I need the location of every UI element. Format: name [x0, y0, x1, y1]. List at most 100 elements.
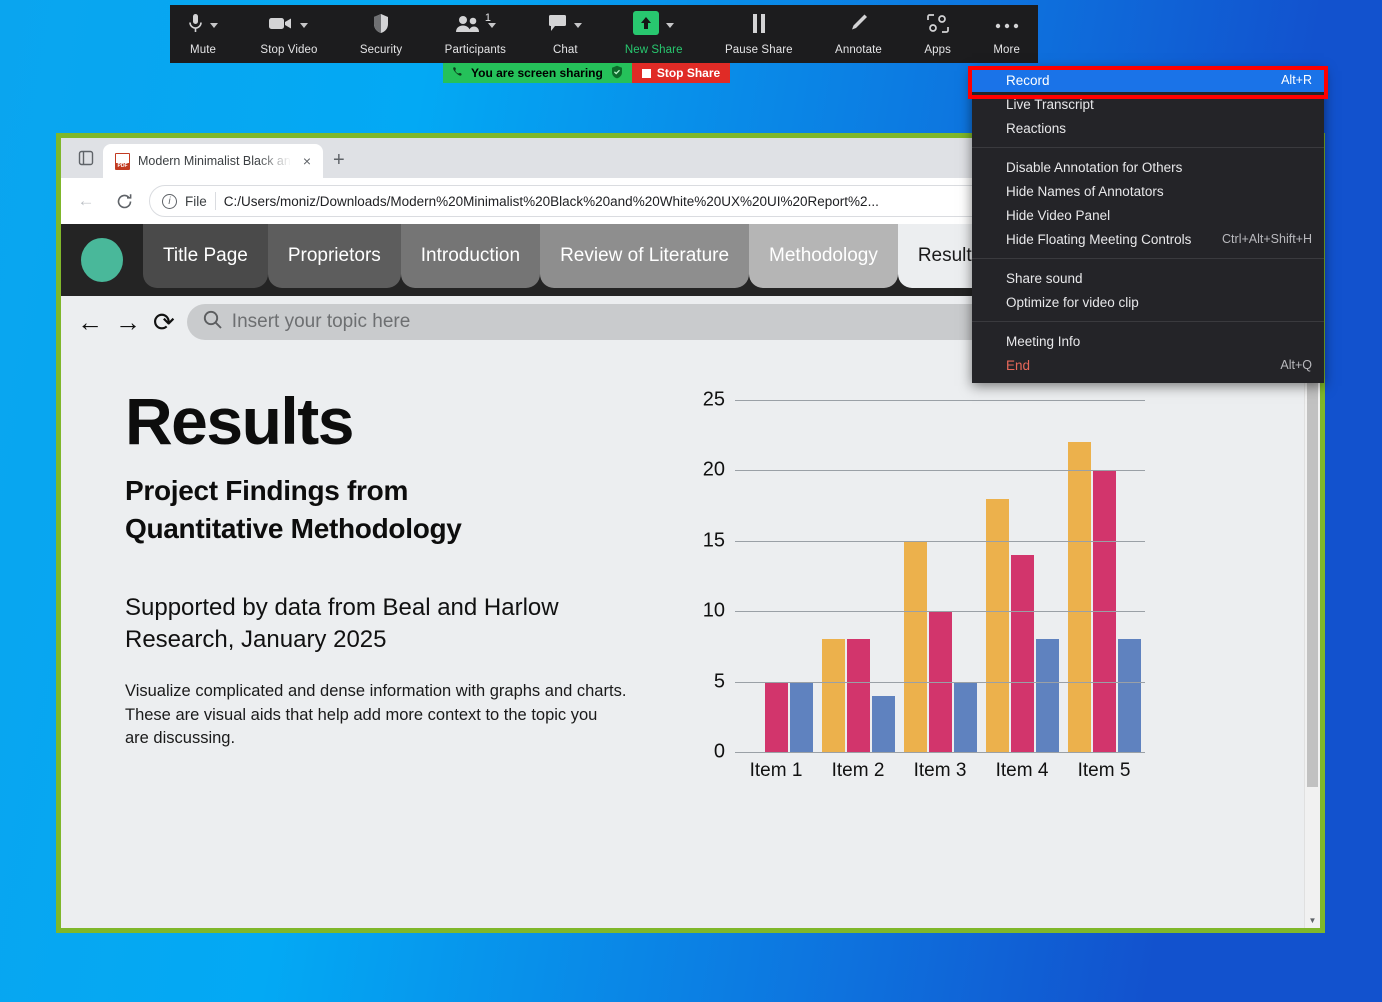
- chart-bar: [1011, 555, 1034, 752]
- chart-bar-group: [899, 400, 981, 752]
- video-camera-icon: [269, 15, 293, 36]
- toolbar-label: Chat: [553, 44, 578, 56]
- chevron-down-icon[interactable]: [488, 23, 496, 28]
- chart-bar: [986, 499, 1009, 752]
- menu-item-label: Record: [1006, 73, 1050, 88]
- back-arrow-icon[interactable]: ←: [69, 184, 103, 218]
- chart-gridline: [735, 541, 1145, 542]
- menu-item-hide-floating-meeting-controls[interactable]: Hide Floating Meeting Controls Ctrl+Alt+…: [972, 227, 1324, 251]
- chart-bar-group: [1063, 400, 1145, 752]
- toolbar-item-new-share[interactable]: New Share: [621, 7, 687, 61]
- pdf-tab-title-page[interactable]: Title Page: [143, 224, 268, 288]
- toolbar-item-more[interactable]: More: [989, 7, 1024, 61]
- menu-item-label: End: [1006, 358, 1030, 373]
- pdf-forward-arrow-icon[interactable]: →: [115, 309, 141, 335]
- menu-item-label: Reactions: [1006, 121, 1066, 136]
- browser-tab-active[interactable]: Modern Minimalist Black and Wh ×: [103, 144, 323, 178]
- menu-item-label: Hide Names of Annotators: [1006, 184, 1164, 199]
- pdf-tab-label: Title Page: [163, 245, 248, 267]
- body-paragraph: Visualize complicated and dense informat…: [125, 680, 661, 750]
- chart-bar: [822, 639, 845, 752]
- toolbar-item-mute[interactable]: Mute: [184, 7, 222, 61]
- chart-bar: [1068, 442, 1091, 752]
- menu-item-end[interactable]: End Alt+Q: [972, 353, 1324, 377]
- pdf-refresh-icon[interactable]: ⟳: [153, 309, 175, 335]
- chevron-down-icon[interactable]: [666, 23, 674, 28]
- stop-share-button[interactable]: Stop Share: [632, 63, 730, 83]
- chart-bar: [847, 639, 870, 752]
- chart-x-tick-label: Item 4: [981, 760, 1063, 782]
- phone-icon: [452, 66, 463, 81]
- chart-y-tick-label: 25: [703, 389, 725, 412]
- menu-item-share-sound[interactable]: Share sound: [972, 266, 1324, 290]
- pdf-tab-label: Proprietors: [288, 245, 381, 267]
- menu-item-shortcut: Alt+Q: [1280, 358, 1312, 372]
- info-circle-icon[interactable]: i: [162, 194, 177, 209]
- browser-tab-title: Modern Minimalist Black and Wh: [138, 154, 291, 168]
- toolbar-item-stop-video[interactable]: Stop Video: [256, 7, 321, 61]
- reload-icon[interactable]: [107, 184, 141, 218]
- menu-separator: [972, 258, 1324, 259]
- shield-check-icon: [611, 65, 623, 82]
- toolbar-label: Pause Share: [725, 44, 793, 56]
- chart-y-tick-label: 15: [703, 529, 725, 552]
- zoom-meeting-toolbar: Mute Stop Video Security 1 Participants: [170, 5, 1038, 63]
- chevron-down-icon[interactable]: [210, 23, 218, 28]
- pdf-tab-introduction[interactable]: Introduction: [401, 224, 540, 288]
- pencil-icon: [849, 13, 868, 38]
- close-icon[interactable]: ×: [299, 153, 315, 169]
- chart-bar: [765, 682, 788, 752]
- menu-item-hide-video-panel[interactable]: Hide Video Panel: [972, 203, 1324, 227]
- menu-item-record[interactable]: Record Alt+R: [972, 68, 1324, 92]
- pdf-tab-methodology[interactable]: Methodology: [749, 224, 898, 288]
- chart-bar: [954, 682, 977, 752]
- chart-bar: [790, 682, 813, 752]
- more-options-dropdown-menu[interactable]: Record Alt+R Live Transcript Reactions D…: [972, 68, 1324, 383]
- toolbar-item-pause-share[interactable]: Pause Share: [721, 7, 797, 61]
- chart-bars: [735, 400, 1145, 752]
- chart-x-tick-label: Item 1: [735, 760, 817, 782]
- menu-item-disable-annotation-for-others[interactable]: Disable Annotation for Others: [972, 155, 1324, 179]
- pdf-tab-label: Methodology: [769, 245, 878, 267]
- screen-sharing-status-bar: You are screen sharing Stop Share: [443, 63, 730, 83]
- scroll-down-arrow-icon[interactable]: ▼: [1305, 912, 1320, 928]
- toolbar-item-apps[interactable]: Apps: [920, 7, 955, 61]
- menu-item-label: Optimize for video clip: [1006, 295, 1139, 310]
- toolbar-item-participants[interactable]: 1 Participants: [441, 7, 510, 61]
- chart-bar: [1036, 639, 1059, 752]
- chart-y-tick-label: 0: [714, 741, 725, 764]
- menu-item-hide-names-of-annotators[interactable]: Hide Names of Annotators: [972, 179, 1324, 203]
- toolbar-item-chat[interactable]: Chat: [544, 7, 586, 61]
- tab-list-button[interactable]: [69, 141, 103, 175]
- pause-icon: [751, 14, 767, 38]
- menu-separator: [972, 321, 1324, 322]
- new-tab-button[interactable]: +: [333, 149, 345, 172]
- menu-item-reactions[interactable]: Reactions: [972, 116, 1324, 140]
- chevron-down-icon[interactable]: [300, 23, 308, 28]
- pdf-tab-label: Review of Literature: [560, 245, 729, 267]
- menu-item-meeting-info[interactable]: Meeting Info: [972, 329, 1324, 353]
- pdf-tab-proprietors[interactable]: Proprietors: [268, 224, 401, 288]
- menu-group-4: Meeting Info End Alt+Q: [972, 329, 1324, 377]
- toolbar-item-annotate[interactable]: Annotate: [831, 7, 886, 61]
- microphone-icon: [188, 13, 203, 39]
- menu-item-live-transcript[interactable]: Live Transcript: [972, 92, 1324, 116]
- chart-x-axis-labels: Item 1Item 2Item 3Item 4Item 5: [735, 760, 1145, 782]
- sharing-status-pill: You are screen sharing: [443, 63, 632, 83]
- menu-group-1: Record Alt+R Live Transcript Reactions: [972, 68, 1324, 140]
- chart-x-tick-label: Item 5: [1063, 760, 1145, 782]
- menu-item-label: Meeting Info: [1006, 334, 1080, 349]
- pdf-back-arrow-icon[interactable]: ←: [77, 309, 103, 335]
- chart-x-tick-label: Item 2: [817, 760, 899, 782]
- menu-item-label: Share sound: [1006, 271, 1083, 286]
- chevron-down-icon[interactable]: [574, 23, 582, 28]
- pdf-slide-body: Results Project Findings from Quantitati…: [61, 348, 1304, 808]
- toolbar-item-security[interactable]: Security: [356, 7, 406, 61]
- menu-item-optimize-for-video-clip[interactable]: Optimize for video clip: [972, 290, 1324, 314]
- pdf-tab-review-of-literature[interactable]: Review of Literature: [540, 224, 749, 288]
- pdf-slide-text-column: Results Project Findings from Quantitati…: [61, 374, 661, 808]
- omnibox-divider: [215, 192, 216, 210]
- support-note: Supported by data from Beal and Harlow R…: [125, 592, 661, 657]
- menu-item-shortcut: Ctrl+Alt+Shift+H: [1222, 232, 1312, 246]
- menu-item-label: Live Transcript: [1006, 97, 1094, 112]
